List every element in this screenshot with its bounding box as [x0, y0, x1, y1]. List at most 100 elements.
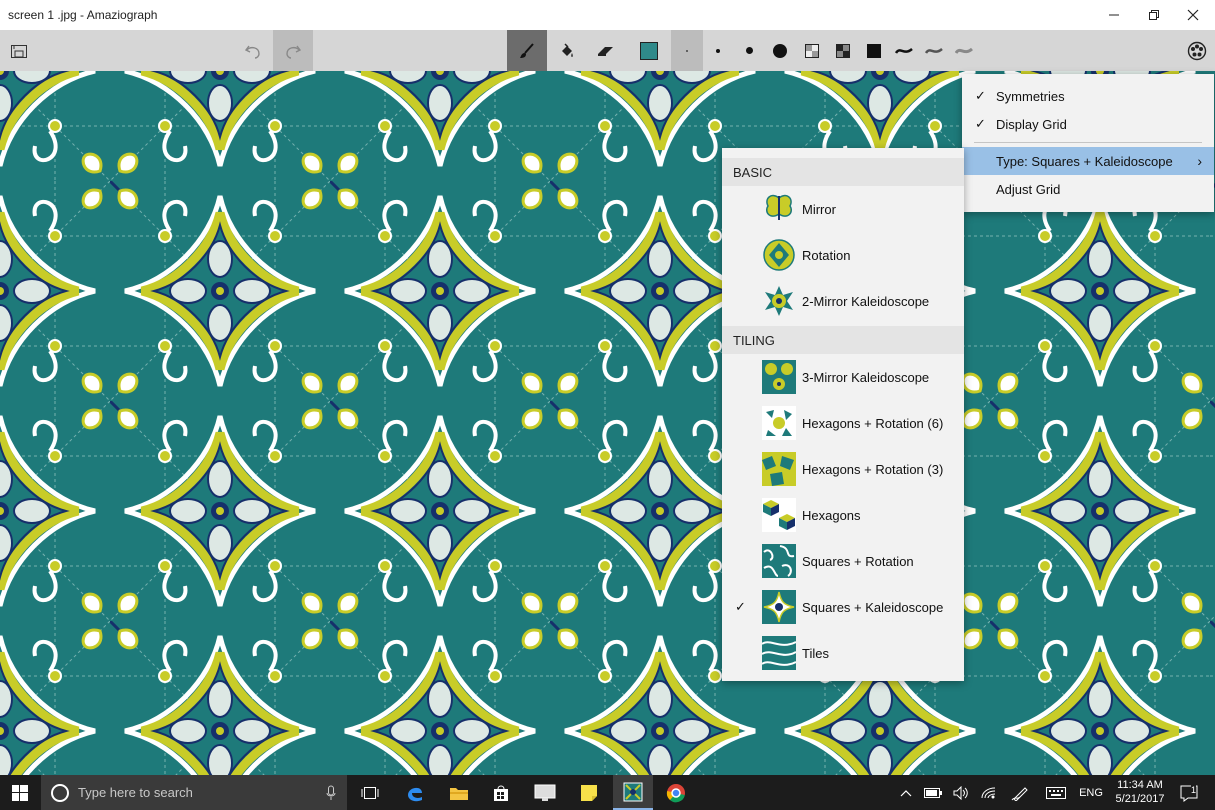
window-title: screen 1 .jpg - Amaziograph — [8, 8, 158, 22]
tray-pen-workspace[interactable] — [1004, 775, 1036, 810]
tray-volume[interactable] — [948, 775, 974, 810]
brush-size-3[interactable] — [734, 30, 764, 71]
taskbar-file-explorer[interactable] — [440, 775, 478, 810]
type-item-mirror[interactable]: Mirror — [722, 186, 964, 232]
brush-size-1[interactable] — [671, 30, 703, 71]
opacity-full-button[interactable] — [859, 30, 889, 71]
symmetry-settings-button[interactable] — [1178, 30, 1215, 71]
size-dot-small-icon — [716, 48, 720, 53]
taskbar-edge[interactable] — [395, 775, 435, 810]
taskbar-store[interactable] — [482, 775, 520, 810]
windows-logo-icon — [12, 784, 28, 801]
kaleidoscope-icon — [765, 286, 793, 316]
type-item-hexagons[interactable]: Hexagons — [722, 492, 964, 538]
type-item-2-mirror-kaleidoscope[interactable]: 2-Mirror Kaleidoscope — [722, 278, 964, 324]
stroke-smooth-icon — [895, 47, 913, 54]
tray-touch-keyboard[interactable] — [1040, 775, 1072, 810]
check-icon: ✓ — [975, 116, 986, 131]
paint-bucket-icon — [562, 42, 573, 57]
stroke-soft-icon — [925, 47, 943, 54]
brush-size-2[interactable] — [704, 30, 732, 71]
size-dot-medium-icon — [745, 47, 753, 54]
undo-icon — [244, 45, 260, 59]
symmetry-type-submenu: BASIC Mirror Rotation 2-Mirror Kaleidosc… — [722, 148, 964, 681]
current-color-swatch — [640, 41, 658, 60]
brush-icon — [520, 42, 534, 58]
type-item-3-mirror-kaleidoscope[interactable]: 3-Mirror Kaleidoscope — [722, 354, 964, 400]
section-header-tiling: TILING — [722, 326, 964, 354]
wifi-icon — [981, 787, 996, 798]
type-item-squares-kaleidoscope[interactable]: ✓ Squares + Kaleidoscope — [722, 584, 964, 630]
taskbar-remote-desktop[interactable] — [525, 775, 565, 810]
section-header-basic: BASIC — [722, 158, 964, 186]
chevron-up-icon — [900, 789, 912, 796]
squares-kaleidoscope-icon — [762, 590, 796, 624]
chrome-icon — [666, 783, 685, 802]
opacity-low-button[interactable] — [797, 30, 827, 71]
brush-tool-button[interactable] — [507, 30, 547, 71]
amaziograph-app-icon — [623, 782, 643, 801]
pen-icon — [1011, 786, 1028, 801]
type-item-tiles[interactable]: Tiles — [722, 630, 964, 676]
show-hidden-icons-button[interactable] — [895, 775, 917, 810]
type-item-hexagons-rotation-3[interactable]: Hexagons + Rotation (3) — [722, 446, 964, 492]
menu-item-symmetries[interactable]: ✓ Symmetries — [962, 82, 1214, 110]
eraser-tool-button[interactable] — [585, 30, 627, 71]
taskbar-search-box[interactable]: Type here to search — [41, 775, 347, 810]
size-dot-xlarge-icon — [773, 43, 787, 58]
start-button[interactable] — [0, 775, 40, 810]
restore-icon — [1149, 10, 1159, 20]
opacity-medium-icon — [836, 43, 850, 58]
color-picker-button[interactable] — [630, 30, 668, 71]
stroke-style-1-button[interactable] — [889, 30, 919, 71]
tray-battery[interactable] — [920, 775, 946, 810]
task-view-button[interactable] — [350, 775, 390, 810]
hexagon-cubes-icon — [762, 498, 796, 532]
redo-button[interactable] — [273, 30, 313, 71]
type-item-rotation[interactable]: Rotation — [722, 232, 964, 278]
store-icon — [494, 785, 508, 801]
sticky-notes-icon — [581, 784, 597, 801]
taskbar-chrome[interactable] — [656, 775, 696, 810]
rotation-icon — [763, 239, 795, 271]
taskbar-sticky-notes[interactable] — [570, 775, 608, 810]
symmetry-settings-menu: ✓ Symmetries ✓ Display Grid Type: Square… — [962, 74, 1214, 212]
taskbar-amaziograph[interactable] — [613, 775, 653, 810]
clock-date: 5/21/2017 — [1115, 793, 1165, 805]
opacity-medium-button[interactable] — [828, 30, 858, 71]
chevron-right-icon: › — [1197, 153, 1202, 169]
type-item-squares-rotation[interactable]: Squares + Rotation — [722, 538, 964, 584]
tray-clock[interactable]: 11:34 AM 5/21/2017 — [1110, 778, 1170, 806]
cortana-circle-icon — [51, 783, 69, 802]
action-center-button[interactable]: 1 — [1175, 775, 1203, 810]
check-icon: ✓ — [975, 88, 986, 103]
edge-browser-icon — [408, 787, 422, 801]
speaker-icon — [953, 785, 968, 800]
size-dot-tiny-icon — [686, 49, 688, 52]
restore-button[interactable] — [1135, 0, 1173, 30]
tray-language[interactable]: ENG — [1075, 775, 1107, 810]
close-button[interactable] — [1174, 0, 1212, 30]
notification-count: 1 — [1191, 785, 1197, 795]
battery-icon — [924, 787, 942, 798]
folder-icon — [450, 787, 468, 800]
menu-item-adjust-grid[interactable]: Adjust Grid — [962, 175, 1214, 203]
keyboard-icon — [1046, 786, 1066, 799]
stroke-style-3-button[interactable] — [949, 30, 979, 71]
type-item-hexagons-rotation-6[interactable]: Hexagons + Rotation (6) — [722, 400, 964, 446]
undo-button[interactable] — [234, 30, 272, 71]
stroke-style-2-button[interactable] — [919, 30, 949, 71]
tray-wifi[interactable] — [976, 775, 1002, 810]
microphone-icon — [326, 785, 336, 800]
save-button[interactable] — [0, 30, 38, 71]
minimize-button[interactable] — [1095, 0, 1133, 30]
hex-rotation-3-icon — [762, 452, 796, 486]
menu-item-type[interactable]: Type: Squares + Kaleidoscope › — [962, 147, 1214, 175]
fill-tool-button[interactable] — [547, 30, 585, 71]
clock-time: 11:34 AM — [1117, 779, 1163, 791]
menu-item-display-grid[interactable]: ✓ Display Grid — [962, 110, 1214, 138]
check-icon: ✓ — [735, 599, 746, 614]
minimize-icon — [1109, 14, 1119, 16]
title-bar: screen 1 .jpg - Amaziograph — [0, 0, 1215, 30]
brush-size-5[interactable] — [763, 30, 797, 71]
